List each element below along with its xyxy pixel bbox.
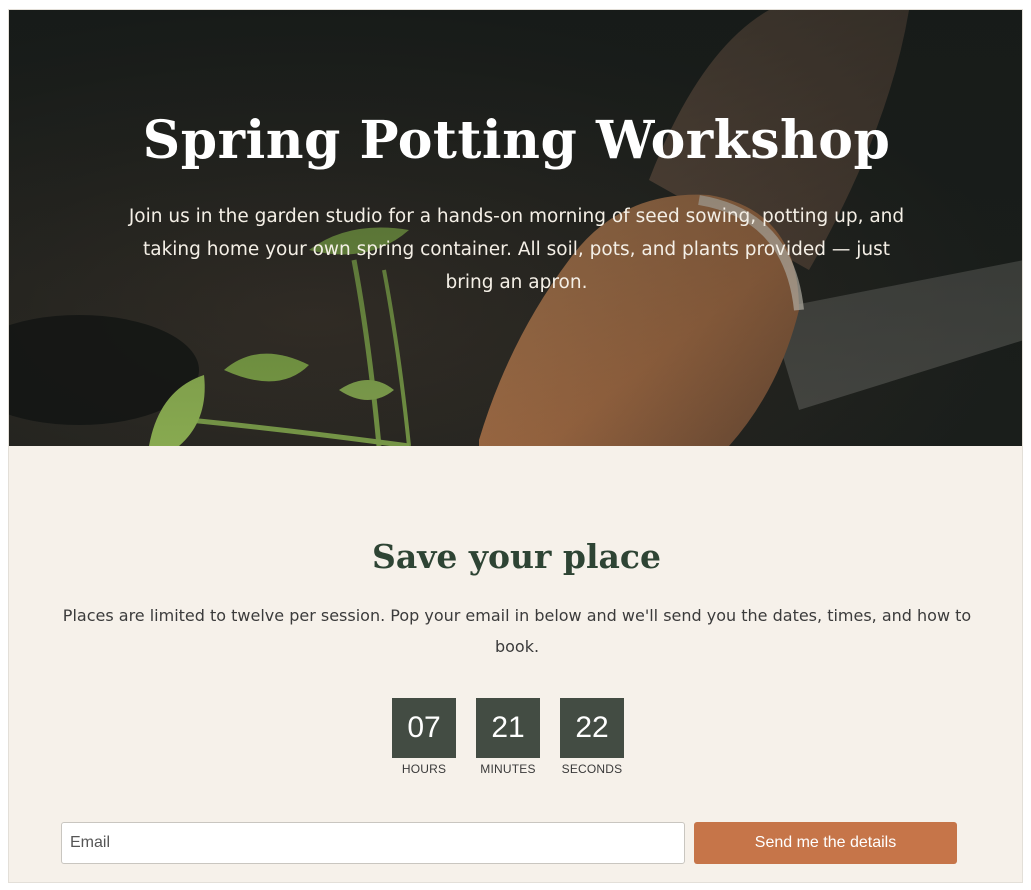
hero-description: Join us in the garden studio for a hands… (128, 206, 905, 293)
countdown-seconds-value: 22 (560, 698, 624, 758)
countdown-minutes-label: MINUTES (480, 762, 536, 776)
hero-title: Spring Potting Workshop (142, 110, 891, 171)
send-details-button[interactable]: Send me the details (694, 822, 957, 864)
countdown-seconds-label: SECONDS (561, 762, 623, 776)
countdown-hours: 07 HOURS (392, 698, 456, 776)
countdown-minutes-value: 21 (476, 698, 540, 758)
email-input[interactable] (61, 822, 685, 864)
countdown-timer: 07 HOURS 21 MINUTES 22 SECONDS (392, 698, 624, 776)
signup-title: Save your place (371, 537, 661, 576)
countdown-minutes: 21 MINUTES (476, 698, 540, 776)
workshop-page: Spring Potting Workshop Join us in the g… (8, 9, 1023, 883)
countdown-hours-label: HOURS (401, 762, 447, 776)
signup-description: Places are limited to twelve per session… (62, 606, 972, 656)
countdown-hours-value: 07 (392, 698, 456, 758)
hero-banner: Spring Potting Workshop Join us in the g… (9, 10, 1022, 446)
countdown-seconds: 22 SECONDS (560, 698, 624, 776)
